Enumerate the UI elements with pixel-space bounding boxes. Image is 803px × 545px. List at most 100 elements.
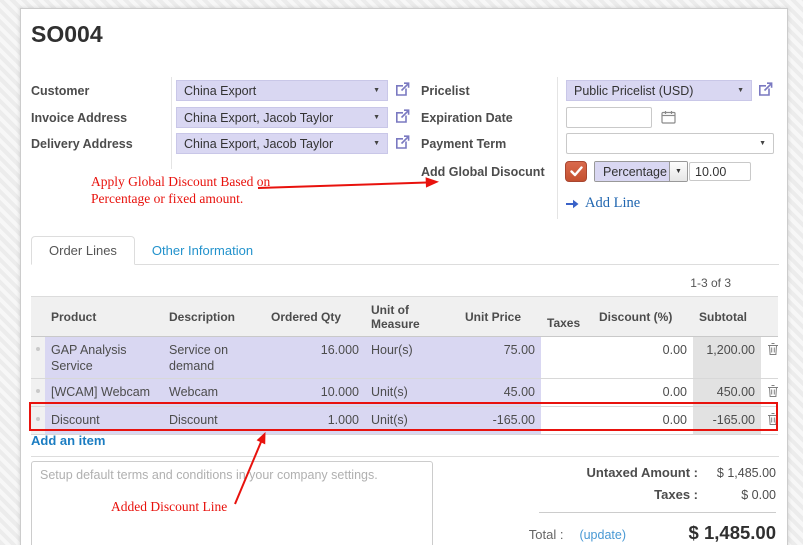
chevron-down-icon: ▼ — [373, 87, 380, 94]
pricelist-select[interactable]: Public Pricelist (USD) ▼ — [566, 80, 752, 101]
total-label: Total : — [529, 527, 564, 542]
cell-taxes[interactable] — [541, 379, 593, 407]
chevron-down-icon: ▼ — [373, 114, 380, 121]
pricelist-external-link-icon[interactable] — [758, 82, 773, 97]
update-total-link[interactable]: (update) — [579, 528, 626, 542]
cell-price[interactable]: 75.00 — [459, 337, 541, 379]
form-divider-left — [171, 77, 172, 169]
cell-uom[interactable]: Unit(s) — [365, 379, 459, 407]
cell-subtotal: -165.00 — [693, 407, 761, 435]
invoice-address-external-link-icon[interactable] — [395, 109, 410, 124]
table-row[interactable]: [WCAM] Webcam Webcam 10.000 Unit(s) 45.0… — [31, 379, 778, 407]
col-taxes[interactable]: Taxes — [541, 297, 593, 337]
annotation-line-2: Percentage or fixed amount. — [91, 190, 281, 207]
cell-uom[interactable]: Hour(s) — [365, 337, 459, 379]
cell-price[interactable]: 45.00 — [459, 379, 541, 407]
row-drag-handle[interactable] — [31, 407, 45, 435]
untaxed-amount-label: Untaxed Amount : — [587, 465, 698, 480]
arrow-right-icon — [566, 199, 579, 209]
cell-discount[interactable]: 0.00 — [593, 379, 693, 407]
annotation-global-discount: Apply Global Discount Based on Percentag… — [91, 173, 281, 207]
customer-value: China Export — [184, 84, 368, 98]
col-unit-of-measure[interactable]: Unit of Measure — [365, 297, 459, 337]
customer-label: Customer — [31, 84, 89, 98]
trash-icon — [767, 384, 779, 398]
table-row-discount[interactable]: Discount Discount 1.000 Unit(s) -165.00 … — [31, 407, 778, 435]
delivery-address-external-link-icon[interactable] — [395, 135, 410, 150]
cell-subtotal: 450.00 — [693, 379, 761, 407]
sale-order-form: SO004 Customer China Export ▼ Invoice Ad… — [20, 8, 788, 545]
col-unit-price[interactable]: Unit Price — [459, 297, 541, 337]
chevron-down-icon: ▼ — [737, 87, 744, 94]
trash-icon — [767, 342, 779, 356]
cell-product[interactable]: GAP Analysis Service — [45, 337, 163, 379]
delivery-address-label: Delivery Address — [31, 137, 133, 151]
customer-external-link-icon[interactable] — [395, 82, 410, 97]
add-line-button[interactable]: Add Line — [566, 195, 640, 212]
delivery-address-select[interactable]: China Export, Jacob Taylor ▼ — [176, 133, 388, 154]
cell-description[interactable]: Webcam — [163, 379, 265, 407]
discount-type-select[interactable]: Percentage ▼ — [594, 161, 688, 182]
col-actions — [761, 297, 778, 337]
tab-other-information-label: Other Information — [152, 243, 253, 258]
handle-column-header — [31, 297, 45, 337]
delivery-address-value: China Export, Jacob Taylor — [184, 137, 368, 151]
invoice-address-value: China Export, Jacob Taylor — [184, 111, 368, 125]
untaxed-amount-row: Untaxed Amount : $ 1,485.00 — [451, 465, 776, 480]
terms-and-conditions-input[interactable] — [31, 461, 433, 545]
page-title: SO004 — [31, 21, 103, 48]
calendar-icon[interactable] — [661, 110, 676, 124]
delete-row-button[interactable] — [761, 407, 778, 435]
cell-description[interactable]: Service on demand — [163, 337, 265, 379]
expiration-date-input[interactable] — [566, 107, 652, 128]
pricelist-value: Public Pricelist (USD) — [574, 84, 732, 98]
cell-discount[interactable]: 0.00 — [593, 407, 693, 435]
col-ordered-qty[interactable]: Ordered Qty — [265, 297, 365, 337]
col-subtotal[interactable]: Subtotal — [693, 297, 761, 337]
cell-discount[interactable]: 0.00 — [593, 337, 693, 379]
tab-order-lines[interactable]: Order Lines — [31, 236, 135, 265]
cell-description[interactable]: Discount — [163, 407, 265, 435]
payment-term-label: Payment Term — [421, 137, 506, 151]
cell-taxes[interactable] — [541, 407, 593, 435]
cell-product[interactable]: [WCAM] Webcam — [45, 379, 163, 407]
checkmark-icon — [570, 166, 583, 177]
total-value: $ 1,485.00 — [626, 522, 776, 544]
invoice-address-label: Invoice Address — [31, 111, 127, 125]
cell-product[interactable]: Discount — [45, 407, 163, 435]
cell-qty[interactable]: 16.000 — [265, 337, 365, 379]
taxes-row: Taxes : $ 0.00 — [451, 487, 776, 502]
invoice-address-select[interactable]: China Export, Jacob Taylor ▼ — [176, 107, 388, 128]
row-drag-handle[interactable] — [31, 337, 45, 379]
col-description[interactable]: Description — [163, 297, 265, 337]
table-row[interactable]: GAP Analysis Service Service on demand 1… — [31, 337, 778, 379]
totals-divider — [539, 512, 776, 513]
cell-taxes[interactable] — [541, 337, 593, 379]
cell-price[interactable]: -165.00 — [459, 407, 541, 435]
notebook-tabs: Order Lines Other Information — [31, 236, 779, 265]
discount-amount-input[interactable] — [689, 162, 751, 181]
cell-uom[interactable]: Unit(s) — [365, 407, 459, 435]
delete-row-button[interactable] — [761, 337, 778, 379]
pager: 1-3 of 3 — [690, 276, 731, 290]
global-discount-checkbox[interactable] — [565, 161, 587, 182]
expiration-date-label: Expiration Date — [421, 111, 513, 125]
customer-select[interactable]: China Export ▼ — [176, 80, 388, 101]
payment-term-select[interactable]: ▼ — [566, 133, 774, 154]
tab-other-information[interactable]: Other Information — [135, 236, 270, 264]
cell-subtotal: 1,200.00 — [693, 337, 761, 379]
col-discount[interactable]: Discount (%) — [593, 297, 693, 337]
table-header-row: Product Description Ordered Qty Unit of … — [31, 297, 778, 337]
add-line-label: Add Line — [585, 195, 640, 212]
row-drag-handle[interactable] — [31, 379, 45, 407]
cell-qty[interactable]: 10.000 — [265, 379, 365, 407]
add-an-item-link[interactable]: Add an item — [31, 433, 105, 448]
untaxed-amount-value: $ 1,485.00 — [698, 466, 776, 480]
taxes-value: $ 0.00 — [698, 488, 776, 502]
totals-panel: Untaxed Amount : $ 1,485.00 Taxes : $ 0.… — [451, 465, 776, 545]
delete-row-button[interactable] — [761, 379, 778, 407]
col-product[interactable]: Product — [45, 297, 163, 337]
chevron-down-icon[interactable]: ▼ — [669, 162, 687, 181]
cell-qty[interactable]: 1.000 — [265, 407, 365, 435]
trash-icon — [767, 412, 779, 426]
